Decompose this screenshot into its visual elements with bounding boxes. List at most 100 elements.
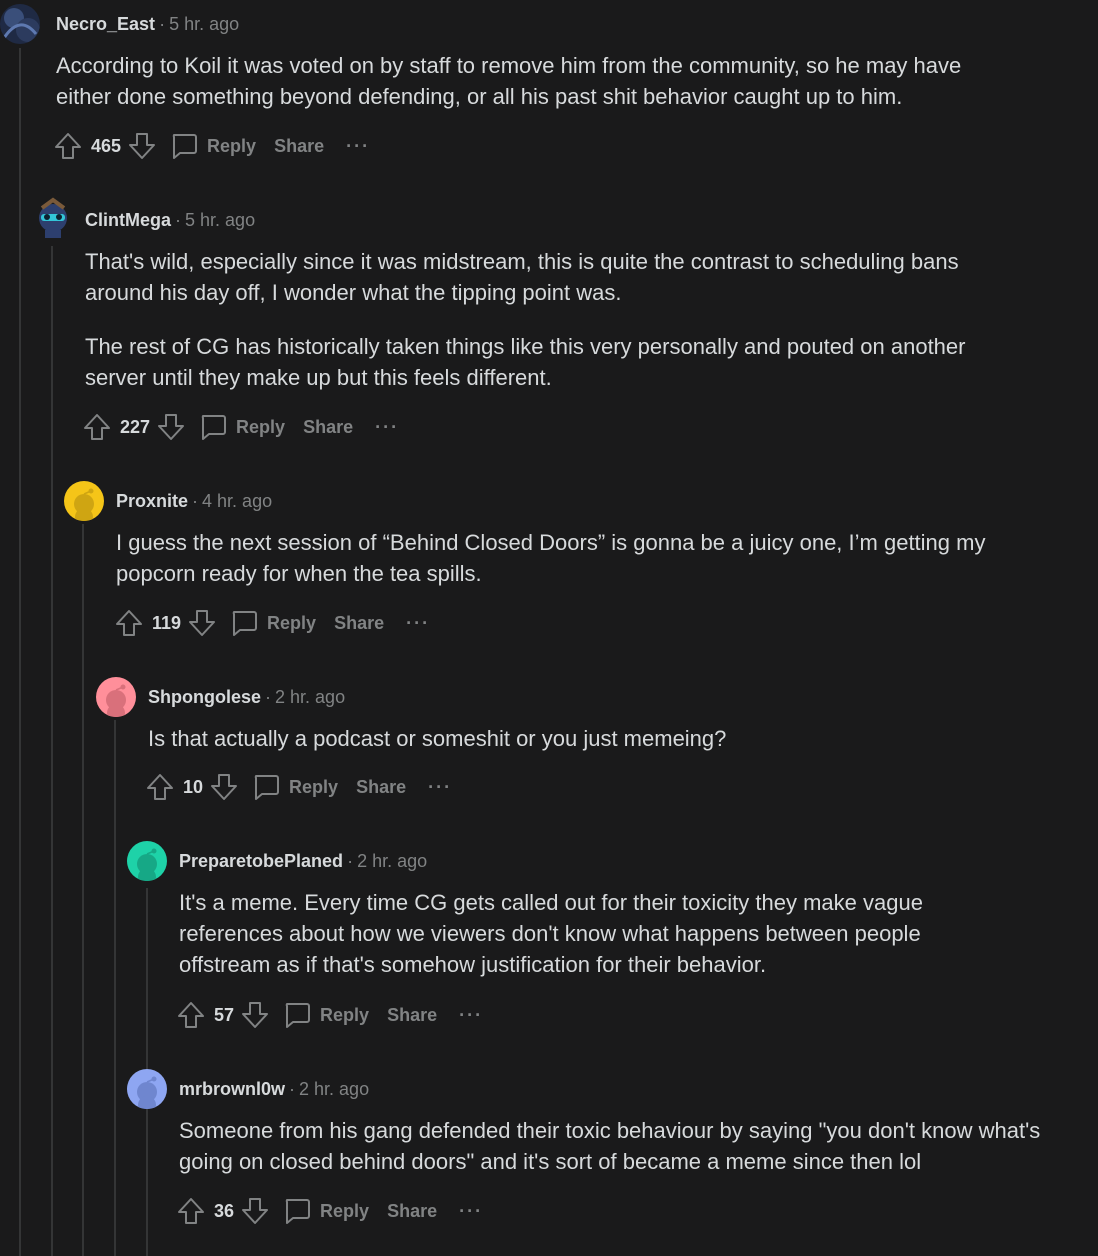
comment-paragraph: That's wild, especially since it was mid… bbox=[85, 249, 959, 305]
author-name[interactable]: mrbrownl0w bbox=[179, 1079, 285, 1099]
more-options-icon[interactable]: ··· bbox=[459, 1201, 483, 1222]
comment-actions: 10 Reply Share ··· bbox=[145, 770, 452, 804]
reply-label: Reply bbox=[207, 135, 257, 156]
comment-header: Necro_East · 5 hr. ago bbox=[56, 12, 239, 36]
separator-dot: · bbox=[265, 687, 272, 707]
more-options-icon[interactable]: ··· bbox=[459, 1005, 483, 1026]
thread-line[interactable] bbox=[19, 48, 21, 1256]
comment-body: That's wild, especially since it was mid… bbox=[85, 246, 1025, 393]
downvote-arrow-icon[interactable] bbox=[240, 1196, 270, 1226]
comment-bubble-icon bbox=[232, 611, 258, 636]
comment-header: PreparetobePlaned · 2 hr. ago bbox=[179, 849, 427, 873]
avatar[interactable] bbox=[96, 677, 136, 717]
thread-line[interactable] bbox=[51, 246, 53, 1256]
separator-dot: · bbox=[347, 851, 354, 871]
vote-score: 36 bbox=[214, 1200, 235, 1221]
upvote-arrow-icon[interactable] bbox=[53, 131, 83, 161]
avatar[interactable] bbox=[127, 1069, 167, 1109]
comment-header: mrbrownl0w · 2 hr. ago bbox=[179, 1077, 369, 1101]
timestamp[interactable]: 2 hr. ago bbox=[275, 687, 345, 707]
downvote-arrow-icon[interactable] bbox=[187, 608, 217, 638]
author-name[interactable]: Shpongolese bbox=[148, 687, 261, 707]
reply-label: Reply bbox=[289, 776, 339, 797]
comment-bubble-icon bbox=[201, 415, 227, 440]
comment-paragraph: The rest of CG has historically taken th… bbox=[85, 334, 966, 390]
timestamp[interactable]: 4 hr. ago bbox=[202, 491, 272, 511]
comment-bubble-icon bbox=[254, 775, 280, 800]
more-options-icon[interactable]: ··· bbox=[346, 136, 370, 157]
downvote-arrow-icon[interactable] bbox=[209, 772, 239, 802]
upvote-arrow-icon[interactable] bbox=[82, 412, 112, 442]
share-button[interactable]: Share bbox=[387, 1201, 437, 1222]
reply-button[interactable]: Reply bbox=[229, 608, 316, 638]
share-button[interactable]: Share bbox=[334, 613, 384, 634]
comment-actions: 36 Reply Share ··· bbox=[176, 1194, 483, 1228]
reply-label: Reply bbox=[236, 416, 286, 437]
separator-dot: · bbox=[289, 1079, 296, 1099]
comment-header: Shpongolese · 2 hr. ago bbox=[148, 685, 345, 709]
timestamp[interactable]: 2 hr. ago bbox=[357, 851, 427, 871]
share-button[interactable]: Share bbox=[387, 1005, 437, 1026]
more-options-icon[interactable]: ··· bbox=[428, 777, 452, 798]
comment-bubble-icon bbox=[285, 1003, 311, 1028]
comment-body: Someone from his gang defended their tox… bbox=[179, 1115, 1059, 1177]
author-name[interactable]: ClintMega bbox=[85, 210, 171, 230]
vote-score: 119 bbox=[152, 612, 182, 633]
avatar[interactable] bbox=[0, 4, 40, 44]
comment-body: Is that actually a podcast or someshit o… bbox=[148, 723, 1088, 754]
separator-dot: · bbox=[192, 491, 199, 511]
downvote-arrow-icon[interactable] bbox=[240, 1000, 270, 1030]
comment-actions: 119 Reply Share ··· bbox=[114, 606, 430, 640]
reply-button[interactable]: Reply bbox=[169, 131, 256, 161]
comment-paragraph: According to Koil it was voted on by sta… bbox=[56, 53, 962, 109]
share-button[interactable]: Share bbox=[303, 417, 353, 438]
vote-score: 10 bbox=[183, 776, 204, 797]
upvote-arrow-icon[interactable] bbox=[176, 1196, 206, 1226]
comment-body: According to Koil it was voted on by sta… bbox=[56, 50, 996, 112]
reply-label: Reply bbox=[267, 612, 317, 633]
vote-score: 465 bbox=[91, 135, 122, 156]
thread-line[interactable] bbox=[82, 524, 84, 1256]
vote-score: 57 bbox=[214, 1004, 235, 1025]
reply-button[interactable]: Reply bbox=[282, 1196, 369, 1226]
upvote-arrow-icon[interactable] bbox=[145, 772, 175, 802]
reply-button[interactable]: Reply bbox=[198, 412, 285, 442]
comment-header: ClintMega · 5 hr. ago bbox=[85, 208, 255, 232]
reply-label: Reply bbox=[320, 1200, 370, 1221]
author-name[interactable]: PreparetobePlaned bbox=[179, 851, 343, 871]
reply-label: Reply bbox=[320, 1004, 370, 1025]
comment-paragraph: Is that actually a podcast or someshit o… bbox=[148, 726, 727, 751]
comment-header: Proxnite · 4 hr. ago bbox=[116, 489, 272, 513]
more-options-icon[interactable]: ··· bbox=[375, 417, 399, 438]
share-button[interactable]: Share bbox=[274, 136, 324, 157]
separator-dot: · bbox=[159, 14, 166, 34]
reply-button[interactable]: Reply bbox=[282, 1000, 369, 1030]
upvote-arrow-icon[interactable] bbox=[114, 608, 144, 638]
avatar[interactable] bbox=[32, 196, 74, 238]
timestamp[interactable]: 2 hr. ago bbox=[299, 1079, 369, 1099]
comment-actions: 227 Reply Share ··· bbox=[82, 410, 399, 444]
thread-line[interactable] bbox=[114, 720, 116, 1256]
comment-actions: 57 Reply Share ··· bbox=[176, 998, 483, 1032]
timestamp[interactable]: 5 hr. ago bbox=[169, 14, 239, 34]
downvote-arrow-icon[interactable] bbox=[127, 131, 157, 161]
separator-dot: · bbox=[175, 210, 182, 230]
avatar[interactable] bbox=[64, 481, 104, 521]
comment-bubble-icon bbox=[172, 134, 198, 159]
comment-body: I guess the next session of “Behind Clos… bbox=[116, 527, 1056, 589]
reply-button[interactable]: Reply bbox=[251, 772, 338, 802]
share-button[interactable]: Share bbox=[356, 777, 406, 798]
downvote-arrow-icon[interactable] bbox=[156, 412, 186, 442]
timestamp[interactable]: 5 hr. ago bbox=[185, 210, 255, 230]
comment-actions: 465 Reply Share ··· bbox=[53, 129, 370, 163]
more-options-icon[interactable]: ··· bbox=[406, 613, 430, 634]
comment-paragraph: I guess the next session of “Behind Clos… bbox=[116, 530, 986, 586]
comment-paragraph: It's a meme. Every time CG gets called o… bbox=[179, 890, 923, 977]
upvote-arrow-icon[interactable] bbox=[176, 1000, 206, 1030]
author-name[interactable]: Necro_East bbox=[56, 14, 155, 34]
comment-bubble-icon bbox=[285, 1199, 311, 1224]
comment-body: It's a meme. Every time CG gets called o… bbox=[179, 887, 959, 980]
vote-score: 227 bbox=[120, 416, 151, 437]
avatar[interactable] bbox=[127, 841, 167, 881]
author-name[interactable]: Proxnite bbox=[116, 491, 188, 511]
